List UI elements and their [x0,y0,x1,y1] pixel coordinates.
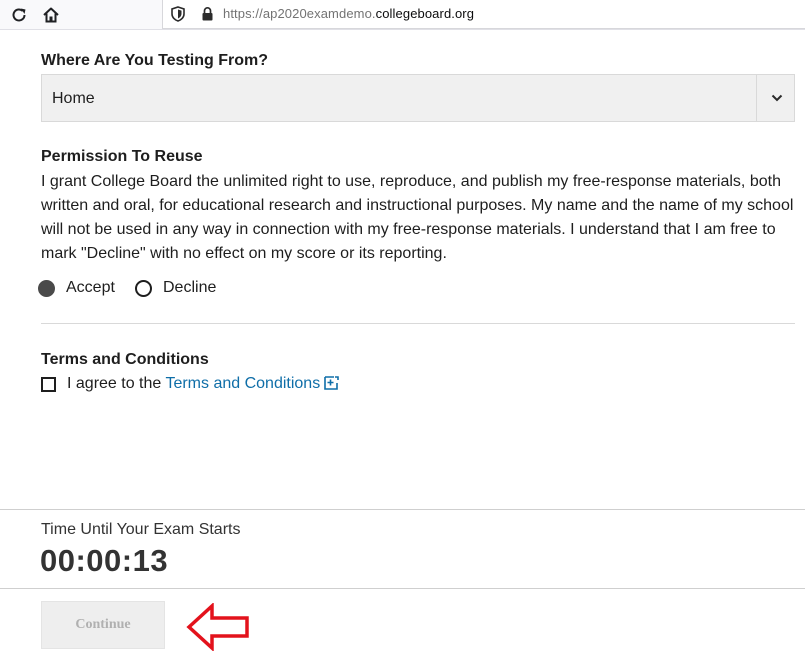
timer-label: Time Until Your Exam Starts [41,521,241,538]
external-link-icon[interactable] [324,376,340,395]
url-text[interactable]: https://ap2020examdemo.collegeboard.org [223,6,474,21]
decline-radio-option[interactable]: Decline [135,278,216,298]
select-divider [756,75,757,121]
footer-divider [0,588,805,589]
decline-label[interactable]: Decline [163,279,216,297]
accept-radio[interactable] [38,279,55,297]
reload-icon[interactable] [8,4,30,26]
lock-icon[interactable] [201,6,214,27]
testing-location-label: Where Are You Testing From? [41,52,268,69]
section-divider [41,323,795,324]
terms-agree-text: I agree to the Terms and Conditions [67,375,340,395]
continue-button[interactable]: Continue [41,601,165,649]
accept-label[interactable]: Accept [66,279,115,297]
decline-radio[interactable] [135,279,152,297]
testing-location-select[interactable]: Home [41,74,795,122]
permission-label: Permission To Reuse [41,148,203,165]
url-prefix: https://ap2020examdemo. [223,6,376,21]
address-bar[interactable]: https://ap2020examdemo.collegeboard.org [162,0,805,29]
url-domain: collegeboard.org [375,6,475,21]
browser-toolbar: https://ap2020examdemo.collegeboard.org [0,0,805,30]
red-arrow-left-icon [186,602,250,655]
terms-checkbox[interactable] [41,377,56,392]
home-icon[interactable] [40,4,62,26]
testing-location-value: Home [52,90,95,107]
countdown-timer: 00:00:13 [40,543,169,578]
permission-text: I grant College Board the unlimited righ… [41,173,794,262]
shield-icon[interactable] [171,6,185,27]
chevron-down-icon[interactable] [770,91,784,110]
accept-radio-option[interactable]: Accept [38,278,115,298]
terms-agree-prefix: I agree to the [67,375,166,392]
terms-label: Terms and Conditions [41,351,209,368]
terms-link[interactable]: Terms and Conditions [165,375,320,392]
timer-top-divider [0,509,805,510]
